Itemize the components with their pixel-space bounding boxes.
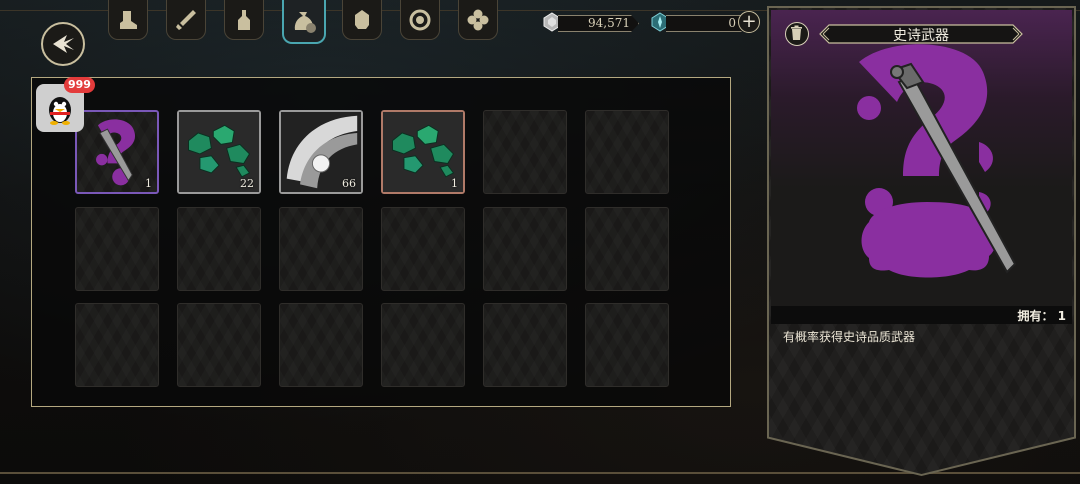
- back-button[interactable]: [41, 22, 85, 66]
- inventory-slot-empty[interactable]: [585, 303, 669, 387]
- silver-currency: 94,571: [542, 12, 642, 34]
- item-count: 1: [451, 177, 458, 190]
- tab-armor[interactable]: [342, 0, 382, 40]
- inventory-slot-empty[interactable]: [483, 303, 567, 387]
- epic-weapon-box-icon: [857, 44, 1017, 278]
- inventory-slot-empty[interactable]: [483, 207, 567, 291]
- inventory-slot-empty[interactable]: [177, 303, 261, 387]
- inventory-panel: 1 22 66 1: [31, 77, 731, 407]
- inventory-slot-empty[interactable]: [585, 110, 669, 194]
- delete-button[interactable]: [785, 22, 809, 46]
- inventory-slot-empty[interactable]: [381, 207, 465, 291]
- clover-icon: [467, 9, 489, 30]
- item-count: 1: [145, 177, 152, 190]
- inventory-slot-pearl-shell[interactable]: 66: [279, 110, 363, 194]
- inventory-slot-green-ore[interactable]: 1: [381, 110, 465, 194]
- ring-icon: [409, 9, 431, 30]
- crystal-currency: 0: [650, 12, 745, 34]
- inventory-slot-green-ore[interactable]: 22: [177, 110, 261, 194]
- inventory-slot-empty[interactable]: [279, 207, 363, 291]
- item-description: 有概率获得史诗品质武器: [783, 330, 916, 344]
- boot-icon: [120, 10, 137, 29]
- trash-icon: [791, 25, 802, 40]
- item-title: 史诗武器: [893, 28, 949, 44]
- notification-badge: 999: [64, 77, 95, 93]
- inventory-slot-empty[interactable]: [75, 207, 159, 291]
- inventory-slot-empty[interactable]: [381, 303, 465, 387]
- item-count: 66: [342, 177, 356, 190]
- crystal-value: 0: [728, 16, 736, 30]
- owned-row: 拥有： 1: [771, 306, 1072, 324]
- inventory-slot-empty[interactable]: [585, 207, 669, 291]
- add-currency-button[interactable]: +: [738, 11, 760, 33]
- inventory-slot-empty[interactable]: [483, 110, 567, 194]
- owned-count: 拥有： 1: [1017, 309, 1066, 323]
- back-arrow-icon: [53, 35, 74, 53]
- item-detail-panel: 拥有： 1 有概率获得史诗品质武器 史诗武器: [767, 6, 1076, 476]
- item-title-banner: 史诗武器: [819, 24, 1023, 44]
- inventory-slot-empty[interactable]: [279, 303, 363, 387]
- potion-icon: [238, 9, 250, 30]
- item-count: 22: [240, 177, 254, 190]
- tab-accessories[interactable]: [400, 0, 440, 40]
- inventory-slot-empty[interactable]: [75, 303, 159, 387]
- plus-icon: +: [741, 11, 757, 32]
- tab-consumables[interactable]: [224, 0, 264, 40]
- tab-misc[interactable]: [458, 0, 498, 40]
- inventory-slot-empty[interactable]: [177, 207, 261, 291]
- tab-items[interactable]: [282, 0, 326, 44]
- silver-value: 94,571: [588, 16, 630, 30]
- inventory-slot-epic-weapon-box[interactable]: 1: [75, 110, 159, 194]
- tab-boots[interactable]: [108, 0, 148, 40]
- helmet-icon: [355, 9, 369, 29]
- detail-body: 拥有： 1 有概率获得史诗品质武器: [769, 8, 1074, 474]
- pouch-icon: [294, 12, 316, 33]
- sword-icon: [176, 9, 196, 30]
- tab-weapons[interactable]: [166, 0, 206, 40]
